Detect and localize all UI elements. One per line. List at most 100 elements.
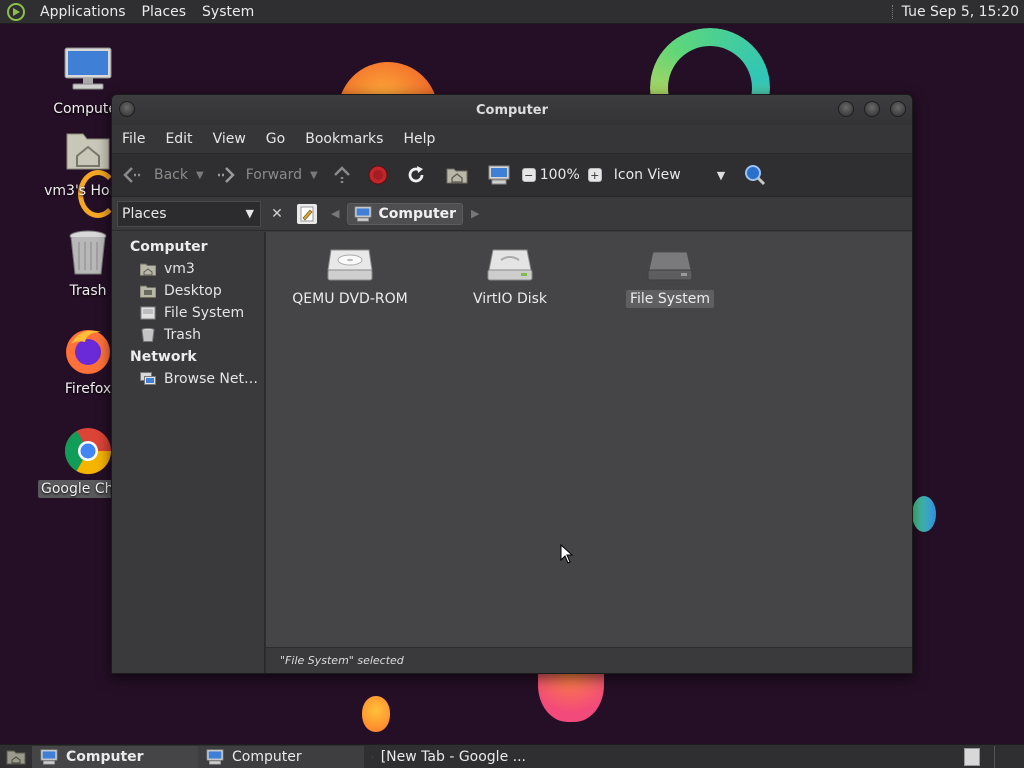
- taskbar-item-computer-1[interactable]: Computer: [32, 745, 198, 768]
- drive-item-virtio[interactable]: VirtIO Disk: [440, 244, 580, 308]
- zoom-in-button[interactable]: +: [587, 168, 602, 182]
- arrow-right-icon: [217, 167, 235, 183]
- computer-button[interactable]: [488, 165, 510, 185]
- arrow-left-icon: [123, 167, 140, 183]
- desktop-folder-icon: [140, 285, 156, 298]
- view-mode-select[interactable]: Icon View ▼: [614, 167, 725, 183]
- chrome-icon: [372, 756, 373, 757]
- trash-icon: [63, 228, 113, 278]
- file-manager-window: Computer File Edit View Go Bookmarks Hel…: [111, 94, 913, 674]
- drive-icon: [140, 306, 156, 320]
- taskbar-item-label: [New Tab - Google ...: [380, 748, 526, 765]
- close-sidebar-icon[interactable]: ✕: [267, 206, 287, 222]
- icon-view-pane[interactable]: QEMU DVD-ROM VirtIO Disk File System "Fi…: [265, 232, 912, 673]
- home-folder-icon: [446, 168, 468, 184]
- system-menu[interactable]: System: [194, 4, 262, 20]
- minimize-button[interactable]: [838, 101, 854, 117]
- breadcrumb-label: Computer: [378, 205, 457, 222]
- bottom-panel: Computer Computer [New Tab - Google ...: [0, 744, 1024, 768]
- search-button[interactable]: [743, 163, 767, 187]
- home-folder-icon: [63, 128, 113, 178]
- taskbar-item-chrome[interactable]: [New Tab - Google ...: [364, 746, 534, 768]
- back-history-dropdown[interactable]: ▼: [196, 170, 204, 181]
- sidebar-item-label: Trash: [164, 327, 201, 343]
- reload-button[interactable]: [406, 165, 426, 185]
- forward-button[interactable]: Forward ▼: [214, 166, 318, 184]
- workspace-switcher[interactable]: [964, 747, 980, 766]
- sidebar-item-desktop[interactable]: Desktop: [112, 280, 264, 302]
- status-bar: "File System" selected: [266, 647, 912, 673]
- network-icon: [140, 372, 156, 385]
- forward-label: Forward: [245, 167, 303, 183]
- sidebar-item-label: Browse Net…: [164, 371, 259, 387]
- taskbar-item-label: Computer: [66, 748, 144, 765]
- forward-history-dropdown[interactable]: ▼: [310, 170, 318, 181]
- sidebar-item-file-system[interactable]: File System: [112, 302, 264, 324]
- menu-edit[interactable]: Edit: [155, 131, 202, 147]
- menu-help[interactable]: Help: [393, 131, 445, 147]
- sidebar-header-network: Network: [130, 349, 197, 365]
- firefox-icon: [63, 326, 113, 376]
- menu-file[interactable]: File: [112, 131, 155, 147]
- search-icon: [745, 165, 766, 186]
- drive-label: VirtIO Disk: [472, 291, 548, 307]
- home-button[interactable]: [446, 166, 468, 184]
- up-button[interactable]: [332, 165, 352, 185]
- zoom-level[interactable]: 100%: [540, 167, 580, 183]
- show-desktop-button[interactable]: [0, 746, 32, 768]
- places-sidebar: Computer vm3 Desktop File System Trash N…: [112, 232, 265, 673]
- computer-icon: [40, 748, 58, 765]
- back-label: Back: [154, 167, 188, 183]
- maximize-button[interactable]: [864, 101, 880, 117]
- menu-view[interactable]: View: [203, 131, 256, 147]
- breadcrumb-computer[interactable]: Computer: [347, 202, 464, 225]
- back-button[interactable]: Back ▼: [122, 166, 204, 184]
- desktop-icon-label: Trash: [69, 283, 107, 299]
- taskbar-item-computer-2[interactable]: Computer: [198, 745, 364, 768]
- menu-bookmarks[interactable]: Bookmarks: [295, 131, 393, 147]
- menubar: File Edit View Go Bookmarks Help: [112, 125, 912, 153]
- sidebar-item-browse-network[interactable]: Browse Net…: [112, 368, 264, 390]
- applications-menu[interactable]: Applications: [32, 4, 134, 20]
- drive-label: File System: [625, 290, 715, 308]
- sidebar-item-label: Desktop: [164, 283, 222, 299]
- window-menu-button[interactable]: [119, 101, 135, 117]
- window-title: Computer: [475, 102, 549, 118]
- trash-icon: [141, 328, 155, 342]
- arrow-up-icon: [333, 166, 350, 183]
- stop-button[interactable]: [368, 165, 388, 185]
- drive-item-dvd[interactable]: QEMU DVD-ROM: [280, 244, 420, 308]
- sidebar-type-label: Places: [122, 205, 167, 222]
- workspace-switcher-empty[interactable]: [994, 745, 1024, 768]
- crumb-left-arrow-icon[interactable]: ◀: [331, 207, 339, 220]
- close-button[interactable]: [890, 101, 906, 117]
- show-desktop-icon: [6, 750, 26, 764]
- sidebar-item-trash[interactable]: Trash: [112, 324, 264, 346]
- window-content: Computer vm3 Desktop File System Trash N…: [112, 232, 912, 673]
- places-menu[interactable]: Places: [134, 4, 195, 20]
- chevron-down-icon: ▼: [716, 168, 726, 182]
- distro-logo-icon[interactable]: [6, 2, 26, 22]
- location-bar: Places ▼ ✕ ◀ Computer ▶: [112, 197, 912, 231]
- desktop-icon-label: Firefox: [64, 381, 112, 397]
- mouse-cursor-icon: [560, 544, 574, 564]
- zoom-level-label: 100%: [539, 167, 580, 183]
- home-folder-icon: [140, 263, 156, 276]
- computer-icon: [488, 165, 510, 185]
- sidebar-item-vm3[interactable]: vm3: [112, 258, 264, 280]
- sidebar-type-select[interactable]: Places ▼: [117, 200, 261, 227]
- crumb-right-arrow-icon[interactable]: ▶: [471, 207, 479, 220]
- zoom-out-button[interactable]: −: [521, 168, 536, 182]
- zoom-in-icon: +: [587, 168, 602, 182]
- drive-item-file-system[interactable]: File System: [600, 244, 740, 308]
- window-titlebar[interactable]: Computer: [112, 95, 912, 125]
- top-panel: Applications Places System Tue Sep 5, 15…: [0, 0, 1024, 24]
- hard-disk-icon: [487, 244, 533, 284]
- menu-go[interactable]: Go: [256, 131, 295, 147]
- wallpaper-teal-blob: [912, 496, 936, 532]
- computer-icon: [355, 205, 372, 222]
- view-mode-label: Icon View: [613, 167, 681, 183]
- toolbar: Back ▼ Forward ▼ − 100% + Icon View ▼: [112, 153, 912, 197]
- clock[interactable]: Tue Sep 5, 15:20: [902, 4, 1024, 20]
- toggle-location-entry-button[interactable]: [297, 203, 317, 224]
